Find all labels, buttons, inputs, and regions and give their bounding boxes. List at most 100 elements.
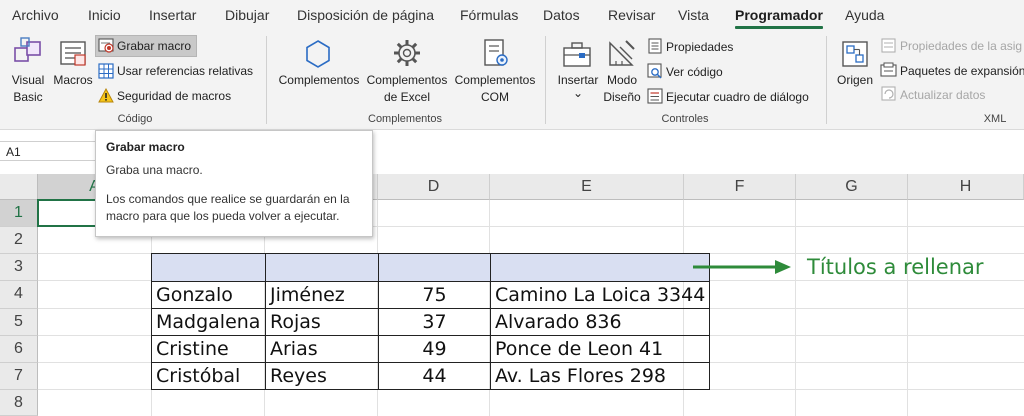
table-cell[interactable]: Alvarado 836 [489,308,711,336]
ver-codigo-label: Ver código [666,65,723,79]
table-cell[interactable]: 75 [378,281,491,309]
run-dialog-icon [647,88,663,104]
complementos-com-label-1: Complementos [454,73,536,87]
modo-diseno-label-1: Modo [606,73,638,87]
com-addin-icon [484,39,508,66]
table-cell[interactable]: Ponce de Leon 41 [489,335,711,363]
annotation-note: Títulos a rellenar [807,255,984,279]
expansion-packs-icon [880,62,897,77]
group-separator [826,36,827,124]
column-header-d[interactable]: D [378,174,490,200]
table-cell[interactable]: Cristine [151,335,266,363]
group-label-controles: Controles [661,113,709,125]
table-header-cell[interactable] [489,253,711,282]
view-code-icon [647,63,662,79]
tab-datos[interactable]: Datos [543,7,580,23]
complementos-label: Complementos [278,73,360,87]
select-all-corner[interactable] [0,174,38,200]
relative-references-icon [98,63,114,79]
table-cell[interactable]: Arias [265,335,379,363]
row-header-4[interactable]: 4 [0,281,38,309]
gridline [907,200,908,416]
record-macro-icon [98,38,114,53]
design-mode-icon [609,40,635,66]
row-header-3[interactable]: 3 [0,254,38,281]
tooltip-description: Los comandos que realice se guardarán en… [106,192,350,223]
tab-dibujar[interactable]: Dibujar [225,7,269,23]
table-row: Madgalena Rojas 37 Alvarado 836 [151,308,711,336]
table-cell[interactable]: Reyes [265,362,379,390]
row-header-1[interactable]: 1 [0,200,38,227]
modo-diseno-label-2: Diseño [603,90,641,104]
table-cell[interactable]: 49 [378,335,491,363]
row-header-8[interactable]: 8 [0,390,38,416]
table-cell[interactable]: Av. Las Flores 298 [489,362,711,390]
toolbox-icon [563,42,591,67]
table-header-cell[interactable] [265,253,379,282]
table-header-cell[interactable] [378,253,491,282]
tab-disposicion[interactable]: Disposición de página [297,7,434,23]
complementos-excel-label-2: de Excel [383,90,431,104]
paquetes-expansion-label: Paquetes de expansión [900,64,1024,78]
tab-formulas[interactable]: Fórmulas [460,7,518,23]
column-header-h[interactable]: H [908,174,1024,200]
table-row: Cristine Arias 49 Ponce de Leon 41 [151,335,711,363]
group-label-xml: XML [983,113,1007,125]
column-header-f[interactable]: F [684,174,796,200]
table-cell[interactable]: 37 [378,308,491,336]
table-cell[interactable]: 44 [378,362,491,390]
warning-icon [98,88,114,103]
visual-basic-label-2: Basic [13,90,43,104]
propiedades-label: Propiedades [666,40,734,54]
actualizar-datos-label: Actualizar datos [900,88,986,102]
tab-ayuda[interactable]: Ayuda [845,7,884,23]
xml-source-icon [842,41,868,67]
visual-basic-icon [14,37,41,62]
tab-insertar[interactable]: Insertar [149,7,196,23]
tab-archivo[interactable]: Archivo [12,7,59,23]
table-cell[interactable]: Cristóbal [151,362,266,390]
group-label-complementos: Complementos [368,113,442,125]
row-header-6[interactable]: 6 [0,336,38,363]
tooltip-summary: Graba una macro. [106,163,203,177]
table-header-row [151,253,711,282]
column-header-g[interactable]: G [796,174,908,200]
gear-icon [394,40,420,66]
gridline [795,200,796,416]
complementos-excel-label-1: Complementos [366,73,448,87]
origen-label: Origen [836,73,874,87]
table-header-cell[interactable] [151,253,266,282]
table-cell[interactable]: Camino La Loica 3344 [489,281,711,309]
map-properties-icon [881,38,896,53]
usar-referencias-label: Usar referencias relativas [117,64,254,78]
table-row: Cristóbal Reyes 44 Av. Las Flores 298 [151,362,711,390]
row-header-2[interactable]: 2 [0,227,38,254]
group-separator [545,36,546,124]
row-header-5[interactable]: 5 [0,309,38,336]
tab-inicio[interactable]: Inicio [88,7,121,23]
macros-icon [60,41,86,66]
group-label-codigo: Código [117,113,153,125]
table-row: Gonzalo Jiménez 75 Camino La Loica 3344 [151,281,711,309]
properties-icon [648,38,662,54]
seguridad-macros-label: Seguridad de macros [117,89,232,103]
data-table: Gonzalo Jiménez 75 Camino La Loica 3344 … [151,253,711,390]
tab-programador[interactable]: Programador [735,7,823,29]
arrow-right-icon [693,260,791,274]
grabar-macro-label: Grabar macro [117,39,192,53]
refresh-data-icon [881,86,896,101]
tooltip-title: Grabar macro [106,140,185,154]
group-separator [266,36,267,124]
ribbon: Visual Basic Macros Grabar macro Usar re… [0,30,1024,130]
grabar-macro-tooltip: Grabar macro Graba una macro. Los comand… [95,130,373,237]
propiedades-asignacion-label: Propiedades de la asig [900,39,1023,53]
tab-vista[interactable]: Vista [678,7,709,23]
table-cell[interactable]: Jiménez [265,281,379,309]
tab-revisar[interactable]: Revisar [608,7,655,23]
table-cell[interactable]: Gonzalo [151,281,266,309]
table-cell[interactable]: Madgalena [151,308,266,336]
row-header-7[interactable]: 7 [0,363,38,390]
menu-bar: Archivo Inicio Insertar Dibujar Disposic… [0,0,1024,30]
table-cell[interactable]: Rojas [265,308,379,336]
column-header-e[interactable]: E [490,174,684,200]
